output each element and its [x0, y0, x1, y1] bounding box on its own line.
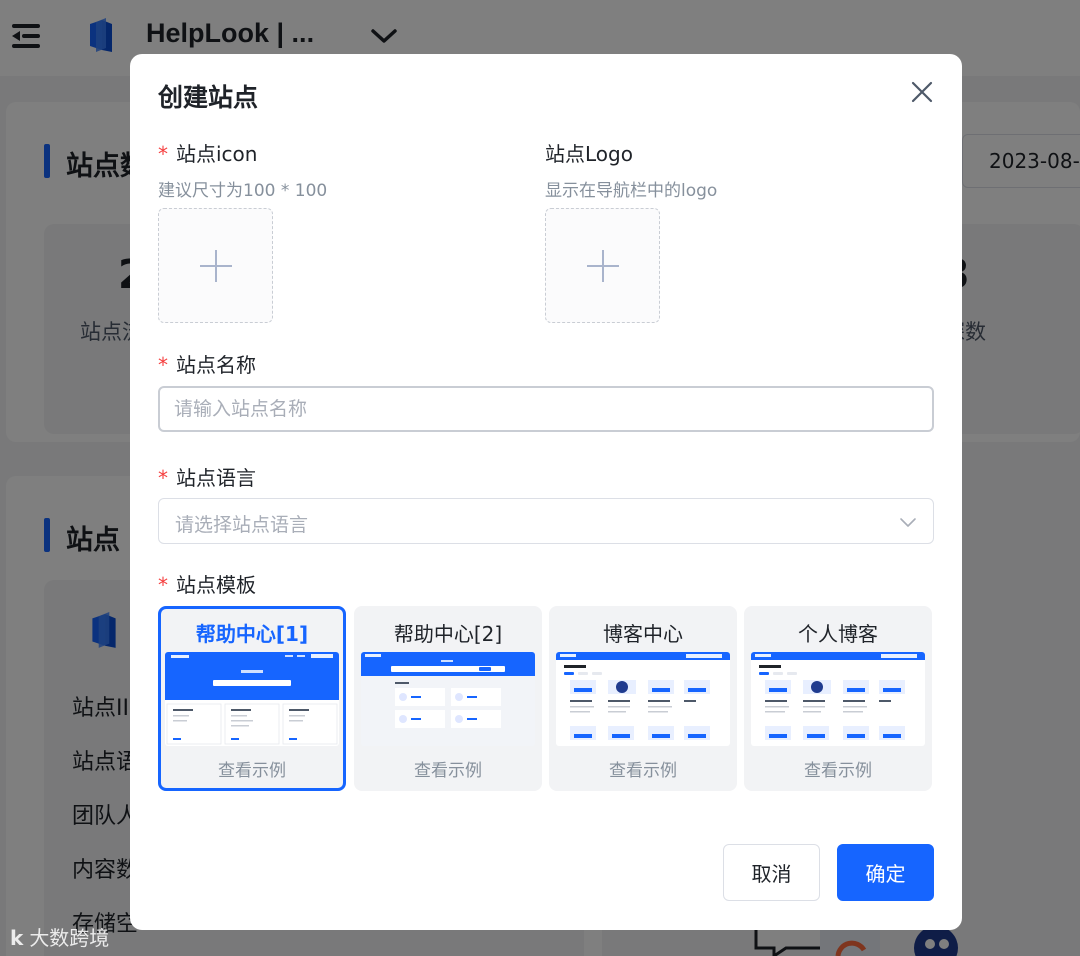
confirm-button[interactable]: 确定 — [837, 844, 934, 901]
watermark: k 大数跨境 — [10, 922, 109, 951]
plus-icon — [587, 250, 619, 282]
template-field-label: * 站点模板 — [158, 569, 256, 598]
name-field-label: * 站点名称 — [158, 349, 256, 378]
plus-icon — [200, 250, 232, 282]
logo-field-label: 站点Logo — [545, 142, 633, 166]
close-icon[interactable] — [908, 78, 936, 106]
template-name: 个人博客 — [798, 622, 878, 646]
template-field-label-text: 站点模板 — [176, 573, 256, 597]
template-preview — [751, 652, 925, 746]
icon-field-label: * 站点icon — [158, 138, 257, 167]
name-field-label-text: 站点名称 — [176, 353, 256, 377]
dialog-title: 创建站点 — [158, 83, 259, 112]
chevron-down-icon — [900, 518, 916, 527]
view-example-link[interactable]: 查看示例 — [354, 756, 542, 781]
template-preview — [556, 652, 730, 746]
language-select-placeholder: 请选择站点语言 — [175, 514, 309, 536]
view-example-link[interactable]: 查看示例 — [549, 756, 737, 781]
icon-upload-button[interactable] — [158, 208, 273, 323]
template-name: 帮助中心[2] — [393, 622, 503, 646]
template-preview — [361, 652, 535, 746]
site-name-input[interactable] — [158, 386, 934, 432]
cancel-button[interactable]: 取消 — [723, 844, 820, 901]
template-card-personal-blog[interactable]: 个人博客 查看示例 — [744, 606, 932, 791]
required-mark: * — [158, 353, 168, 377]
view-example-link[interactable]: 查看示例 — [161, 756, 343, 781]
icon-field-label-text: 站点icon — [176, 142, 258, 166]
watermark-text: 大数跨境 — [29, 926, 110, 950]
required-mark: * — [158, 142, 168, 166]
icon-field-hint: 建议尺寸为100 * 100 — [158, 181, 328, 201]
language-field-label: * 站点语言 — [158, 462, 256, 491]
template-card-help-center-2[interactable]: 帮助中心[2] 查看示例 — [354, 606, 542, 791]
site-language-select[interactable]: 请选择站点语言 — [158, 498, 934, 544]
template-name: 帮助中心[1] — [195, 622, 309, 646]
language-field-label-text: 站点语言 — [176, 466, 256, 490]
required-mark: * — [158, 573, 168, 597]
watermark-logo: k — [10, 926, 24, 950]
template-name: 博客中心 — [603, 622, 683, 646]
view-example-link[interactable]: 查看示例 — [744, 756, 932, 781]
logo-upload-button[interactable] — [545, 208, 660, 323]
create-site-dialog: 创建站点 * 站点icon 建议尺寸为100 * 100 站点Logo 显示在导航… — [130, 54, 962, 930]
template-card-blog-center[interactable]: 博客中心 查看示例 — [549, 606, 737, 791]
logo-field-hint: 显示在导航栏中的logo — [545, 181, 718, 201]
template-card-help-center-1[interactable]: 帮助中心[1] 查看示例 — [158, 606, 346, 791]
required-mark: * — [158, 466, 168, 490]
template-preview — [165, 652, 339, 746]
